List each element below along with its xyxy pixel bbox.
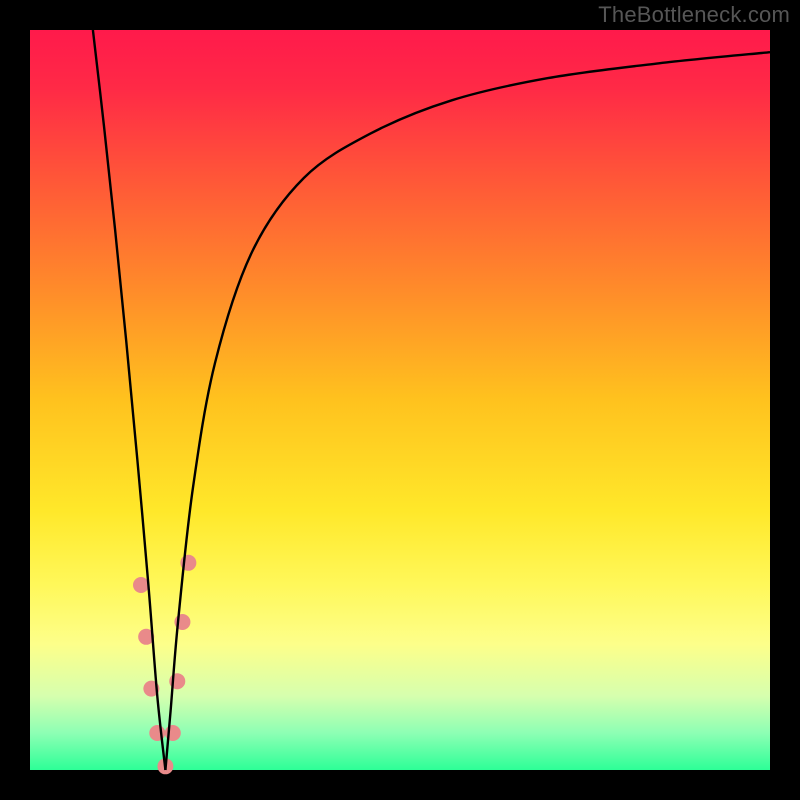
bottleneck-chart	[0, 0, 800, 800]
watermark-text: TheBottleneck.com	[598, 2, 790, 28]
plot-background	[30, 30, 770, 770]
chart-container: TheBottleneck.com	[0, 0, 800, 800]
marker-dot	[133, 577, 149, 593]
